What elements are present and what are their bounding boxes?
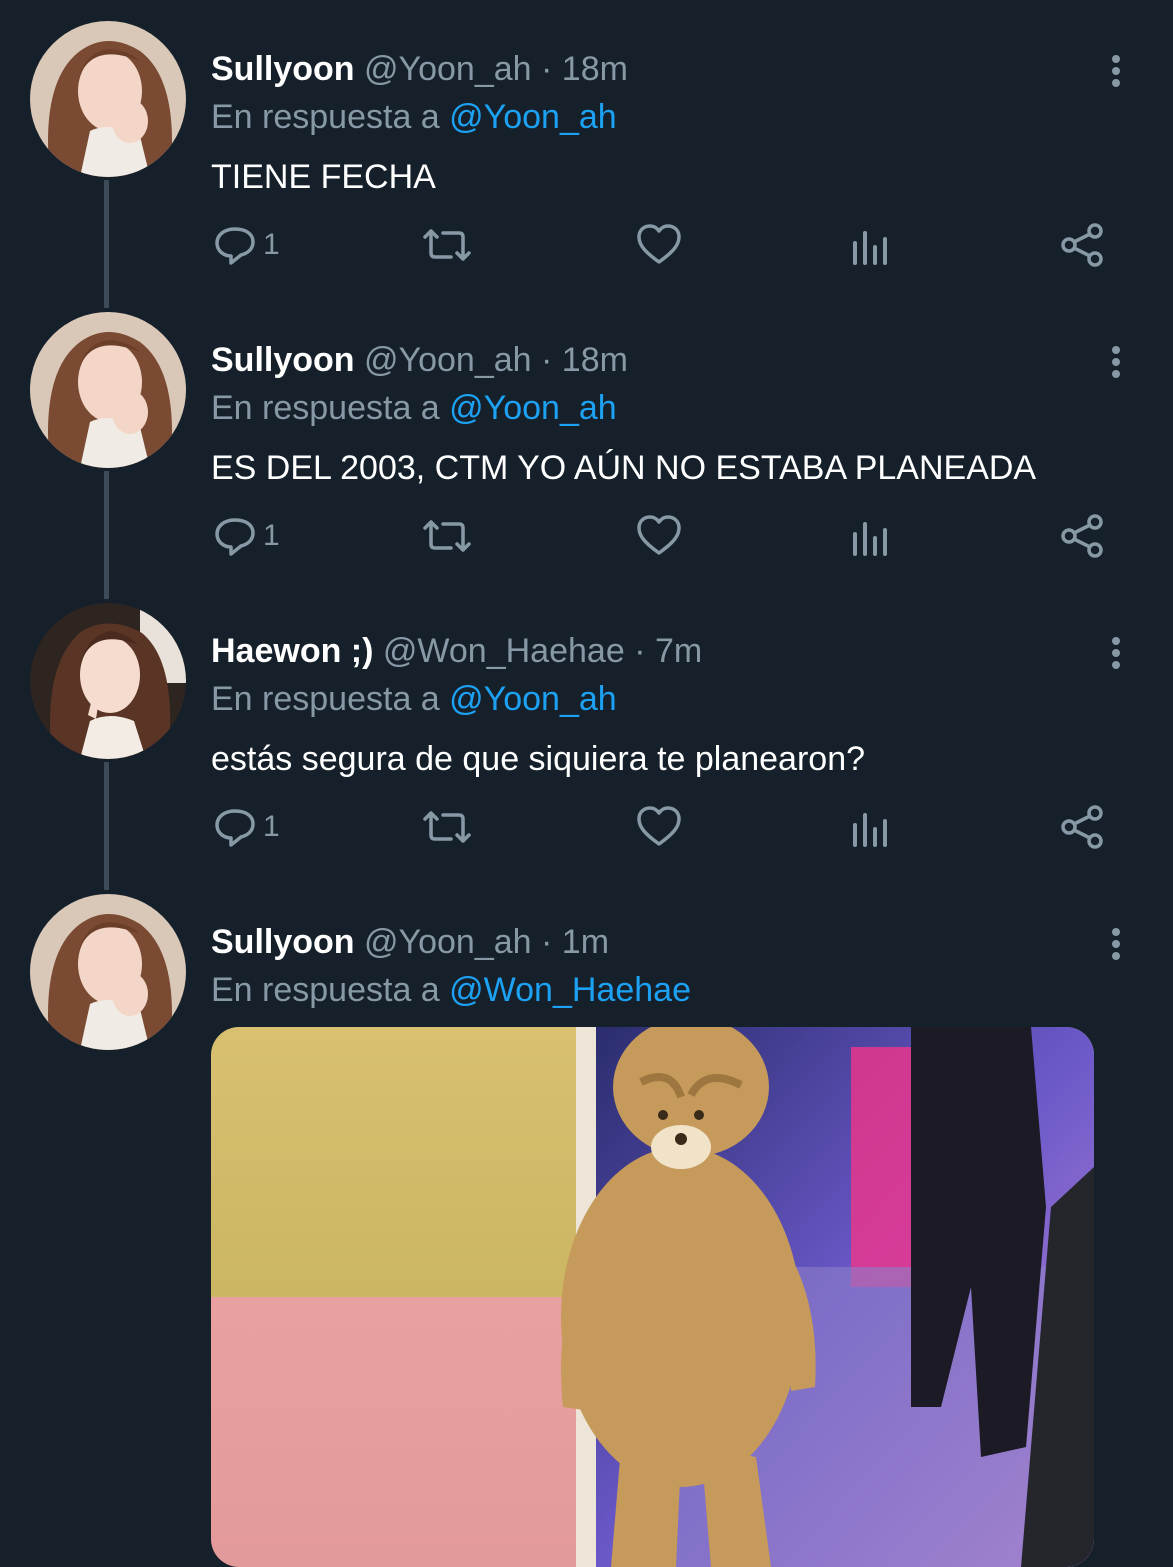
retweet-icon xyxy=(423,229,471,261)
reply-prefix: En respuesta a xyxy=(211,971,440,1009)
retweet-icon xyxy=(423,811,471,843)
separator-dot: · xyxy=(541,923,553,961)
timestamp[interactable]: 1m xyxy=(562,923,609,961)
reply-button[interactable]: 1 xyxy=(211,797,280,857)
share-button[interactable] xyxy=(1059,797,1107,857)
tweet-header: Sullyoon @Yoon_ah · 18m xyxy=(211,338,628,382)
reply-prefix: En respuesta a xyxy=(211,680,440,718)
tweet[interactable]: Sullyoon @Yoon_ah · 18m En respuesta a @… xyxy=(0,21,1173,291)
avatar[interactable] xyxy=(30,894,186,1050)
reply-context: En respuesta a @Won_Haehae xyxy=(211,968,691,1012)
reply-button[interactable]: 1 xyxy=(211,215,280,275)
display-name[interactable]: Haewon ;) xyxy=(211,632,373,670)
share-icon xyxy=(1061,514,1103,558)
display-name[interactable]: Sullyoon xyxy=(211,341,355,379)
timestamp[interactable]: 18m xyxy=(562,341,628,379)
like-button[interactable] xyxy=(635,215,683,275)
display-name[interactable]: Sullyoon xyxy=(211,923,355,961)
more-options-icon[interactable] xyxy=(1096,51,1136,91)
tweet-media-image[interactable] xyxy=(211,1027,1094,1567)
tweet-text: estás segura de que siquiera te planearo… xyxy=(211,740,866,778)
analytics-button[interactable] xyxy=(849,797,893,857)
reply-icon xyxy=(215,227,255,265)
reply-icon xyxy=(215,518,255,556)
like-icon xyxy=(637,515,681,555)
reply-prefix: En respuesta a xyxy=(211,389,440,427)
like-button[interactable] xyxy=(635,506,683,566)
reply-mention-link[interactable]: @Yoon_ah xyxy=(449,389,617,427)
like-icon xyxy=(637,806,681,846)
analytics-button[interactable] xyxy=(849,215,893,275)
analytics-icon xyxy=(853,813,887,847)
user-handle[interactable]: @Yoon_ah xyxy=(364,923,532,961)
tweet[interactable]: Haewon ;) @Won_Haehae · 7m En respuesta … xyxy=(0,603,1173,873)
reply-context: En respuesta a @Yoon_ah xyxy=(211,677,617,721)
action-bar: 1 xyxy=(211,506,1111,566)
action-bar: 1 xyxy=(211,215,1111,275)
action-bar: 1 xyxy=(211,797,1111,857)
avatar[interactable] xyxy=(30,21,186,177)
tweet-text: ES DEL 2003, CTM YO AÚN NO ESTABA PLANEA… xyxy=(211,449,1037,487)
separator-dot: · xyxy=(541,341,553,379)
avatar[interactable] xyxy=(30,603,186,759)
separator-dot: · xyxy=(634,632,646,670)
reply-icon xyxy=(215,809,255,847)
like-icon xyxy=(637,224,681,264)
reply-context: En respuesta a @Yoon_ah xyxy=(211,386,617,430)
like-button[interactable] xyxy=(635,797,683,857)
reply-mention-link[interactable]: @Won_Haehae xyxy=(449,971,691,1009)
more-options-icon[interactable] xyxy=(1096,924,1136,964)
tweet-header: Haewon ;) @Won_Haehae · 7m xyxy=(211,629,702,673)
timestamp[interactable]: 18m xyxy=(562,50,628,88)
analytics-icon xyxy=(853,522,887,556)
share-icon xyxy=(1061,805,1103,849)
timestamp[interactable]: 7m xyxy=(655,632,702,670)
retweet-button[interactable] xyxy=(419,797,475,857)
share-button[interactable] xyxy=(1059,215,1107,275)
reply-count: 1 xyxy=(263,519,280,552)
reply-context: En respuesta a @Yoon_ah xyxy=(211,95,617,139)
reply-count: 1 xyxy=(263,810,280,843)
tweet-header: Sullyoon @Yoon_ah · 18m xyxy=(211,47,628,91)
analytics-icon xyxy=(853,231,887,265)
user-handle[interactable]: @Yoon_ah xyxy=(364,50,532,88)
reply-mention-link[interactable]: @Yoon_ah xyxy=(449,98,617,136)
avatar[interactable] xyxy=(30,312,186,468)
user-handle[interactable]: @Yoon_ah xyxy=(364,341,532,379)
share-button[interactable] xyxy=(1059,506,1107,566)
tweet[interactable]: Sullyoon @Yoon_ah · 18m En respuesta a @… xyxy=(0,312,1173,582)
more-options-icon[interactable] xyxy=(1096,342,1136,382)
more-options-icon[interactable] xyxy=(1096,633,1136,673)
tweet-header: Sullyoon @Yoon_ah · 1m xyxy=(211,920,609,964)
share-icon xyxy=(1061,223,1103,267)
separator-dot: · xyxy=(541,50,553,88)
display-name[interactable]: Sullyoon xyxy=(211,50,355,88)
reply-button[interactable]: 1 xyxy=(211,506,280,566)
reply-count: 1 xyxy=(263,228,280,261)
retweet-button[interactable] xyxy=(419,506,475,566)
reply-prefix: En respuesta a xyxy=(211,98,440,136)
retweet-button[interactable] xyxy=(419,215,475,275)
retweet-icon xyxy=(423,520,471,552)
reply-mention-link[interactable]: @Yoon_ah xyxy=(449,680,617,718)
user-handle[interactable]: @Won_Haehae xyxy=(383,632,625,670)
tweet-text: TIENE FECHA xyxy=(211,158,436,196)
analytics-button[interactable] xyxy=(849,506,893,566)
